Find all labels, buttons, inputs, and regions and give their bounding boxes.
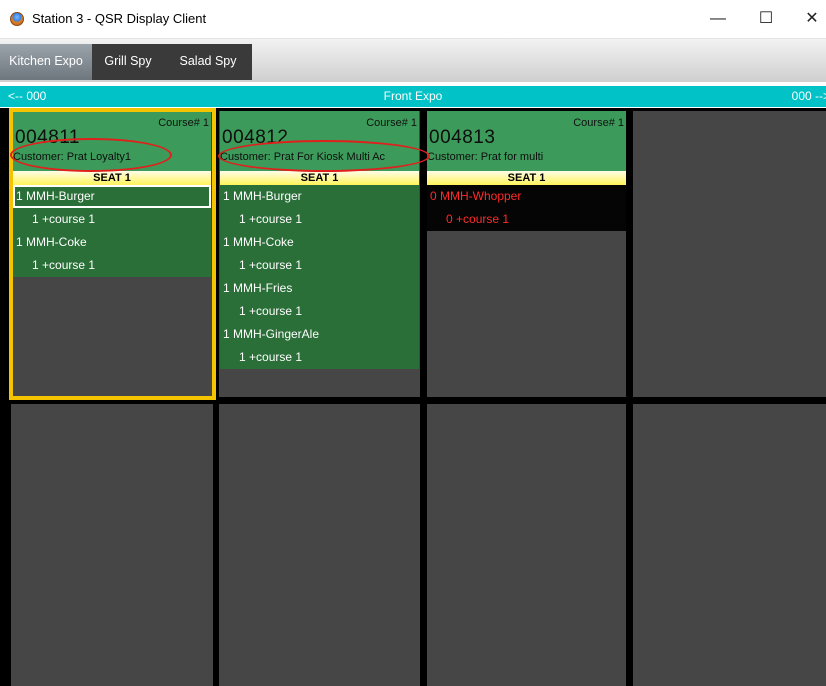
expo-header-bar: <-- 000 Front Expo 000 -->: [0, 86, 826, 107]
window-title: Station 3 - QSR Display Client: [32, 11, 207, 26]
order-item-modifier[interactable]: 1 +course 1: [220, 300, 419, 323]
order-item-modifier[interactable]: 1 +course 1: [220, 208, 419, 231]
order-header: 004812 Course# 1 Customer: Prat For Kios…: [220, 111, 419, 171]
order-card[interactable]: 004813 Course# 1 Customer: Prat for mult…: [427, 111, 626, 231]
grid-cell[interactable]: [633, 404, 826, 686]
minimize-button[interactable]: —: [700, 6, 736, 32]
window-title-bar: Station 3 - QSR Display Client — ☐ ✕: [0, 0, 826, 39]
customer-name: Customer: Prat For Kiosk Multi Ac: [220, 151, 386, 163]
order-item[interactable]: 1 MMH-Coke: [220, 231, 419, 254]
seat-label: SEAT 1: [427, 171, 626, 185]
order-header: 004813 Course# 1 Customer: Prat for mult…: [427, 111, 626, 171]
order-item-voided[interactable]: 0 MMH-Whopper: [427, 185, 626, 208]
order-item-modifier-voided[interactable]: 0 +course 1: [427, 208, 626, 231]
order-item-modifier[interactable]: 1 +course 1: [13, 254, 211, 277]
tab-bar: Kitchen Expo Grill Spy Salad Spy: [0, 39, 826, 82]
order-number: 004813: [429, 127, 496, 148]
seat-label: SEAT 1: [220, 171, 419, 185]
customer-name: Customer: Prat for multi: [427, 151, 544, 163]
order-header: 004811 Course# 1 Customer: Prat Loyalty1: [13, 111, 211, 171]
order-item-selected[interactable]: 1 MMH-Burger: [13, 185, 211, 208]
course-label: Course# 1: [158, 117, 209, 129]
order-item[interactable]: 1 MMH-Coke: [13, 231, 211, 254]
order-number: 004811: [15, 127, 80, 148]
course-label: Course# 1: [573, 117, 624, 129]
tab-grill-spy[interactable]: Grill Spy: [92, 44, 164, 80]
order-item-modifier[interactable]: 1 +course 1: [220, 254, 419, 277]
order-item-modifier[interactable]: 1 +course 1: [13, 208, 211, 231]
grid-cell[interactable]: [633, 111, 826, 397]
order-card[interactable]: 004811 Course# 1 Customer: Prat Loyalty1…: [13, 111, 211, 285]
order-item[interactable]: 1 MMH-Burger: [220, 185, 419, 208]
order-items: 0 MMH-Whopper 0 +course 1: [427, 185, 626, 231]
app-icon: [10, 12, 24, 26]
grid-cell[interactable]: [219, 404, 420, 686]
grid-cell[interactable]: [427, 404, 626, 686]
grid-cell[interactable]: [11, 404, 213, 686]
close-button[interactable]: ✕: [794, 6, 826, 32]
customer-name: Customer: Prat Loyalty1: [13, 151, 131, 163]
order-items: 1 MMH-Burger 1 +course 1 1 MMH-Coke 1 +c…: [220, 185, 419, 369]
order-card[interactable]: 004812 Course# 1 Customer: Prat For Kios…: [220, 111, 419, 371]
order-items: 1 MMH-Burger 1 +course 1 1 MMH-Coke 1 +c…: [13, 185, 211, 277]
order-item[interactable]: 1 MMH-Fries: [220, 277, 419, 300]
course-label: Course# 1: [366, 117, 417, 129]
next-page-button[interactable]: 000 -->: [792, 86, 826, 107]
expo-title: Front Expo: [383, 89, 443, 103]
order-item-modifier[interactable]: 1 +course 1: [220, 346, 419, 369]
order-item[interactable]: 1 MMH-GingerAle: [220, 323, 419, 346]
maximize-button[interactable]: ☐: [748, 6, 784, 32]
seat-label: SEAT 1: [13, 171, 211, 185]
order-number: 004812: [222, 127, 289, 148]
tab-kitchen-expo[interactable]: Kitchen Expo: [0, 44, 92, 80]
tab-salad-spy[interactable]: Salad Spy: [164, 44, 252, 80]
